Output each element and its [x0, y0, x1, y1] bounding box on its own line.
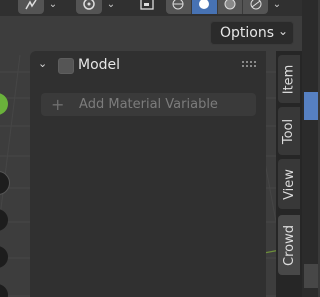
region-edge — [302, 0, 318, 297]
chevron-down-icon[interactable]: ⌄ — [270, 0, 284, 14]
tab-view-label: View — [281, 168, 297, 200]
model-panel-header[interactable]: ⌄ Model — [30, 51, 266, 81]
viewport-shading-group — [166, 0, 268, 14]
select-mode-button[interactable] — [18, 0, 44, 14]
proportional-edit-button[interactable] — [76, 0, 102, 14]
tab-tool-label: Tool — [281, 118, 297, 144]
sidebar-panel: ⌄ Model + Add Material Variable — [30, 51, 266, 297]
add-material-variable-button[interactable]: + Add Material Variable — [41, 93, 256, 116]
options-label: Options — [220, 25, 275, 41]
rendered-shading-button[interactable] — [243, 0, 268, 14]
scrollbar-indicator[interactable] — [304, 92, 318, 120]
chevron-down-icon[interactable]: ⌄ — [38, 57, 47, 70]
chevron-down-icon: ⌄ — [277, 24, 288, 38]
tab-item-label: Item — [281, 64, 297, 94]
add-material-variable-label: Add Material Variable — [79, 97, 218, 112]
sidebar-tabs: Item Tool View Crowd — [276, 51, 302, 297]
tab-item[interactable]: Item — [278, 55, 300, 103]
plus-icon: + — [51, 95, 65, 114]
select-mode-icon — [25, 0, 37, 10]
viewport-header: ⌄ ⌄ ⌄ — [0, 0, 318, 16]
chevron-down-icon[interactable]: ⌄ — [46, 0, 60, 14]
tab-crowd[interactable]: Crowd — [278, 215, 300, 275]
options-dropdown[interactable]: Options ⌄ — [210, 21, 294, 45]
solid-shading-button[interactable] — [191, 0, 218, 14]
region-edge-block — [304, 264, 318, 288]
display-icon — [140, 0, 154, 10]
tab-tool[interactable]: Tool — [278, 107, 300, 155]
proportional-edit-icon — [83, 0, 95, 10]
material-shading-icon — [224, 0, 236, 10]
panel-title: Model — [78, 57, 121, 73]
tab-view[interactable]: View — [278, 159, 300, 209]
rendered-shading-icon — [250, 0, 262, 10]
wireframe-icon — [172, 0, 184, 10]
wireframe-shading-button[interactable] — [166, 0, 192, 14]
chevron-down-icon[interactable]: ⌄ — [104, 0, 118, 14]
display-toggle-button[interactable] — [136, 0, 158, 14]
drag-handle-icon[interactable] — [242, 61, 258, 69]
material-shading-button[interactable] — [217, 0, 244, 14]
model-enable-checkbox[interactable] — [58, 58, 74, 74]
tab-crowd-label: Crowd — [281, 224, 297, 266]
solid-shading-icon — [199, 0, 210, 9]
